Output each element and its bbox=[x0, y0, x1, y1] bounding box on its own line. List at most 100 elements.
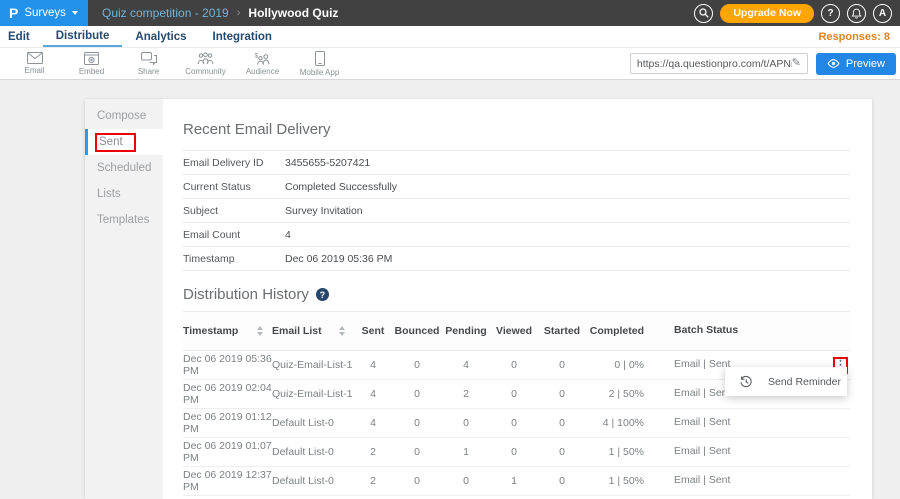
search-button[interactable] bbox=[694, 4, 713, 23]
account-avatar[interactable]: A bbox=[873, 4, 892, 23]
detail-label: Subject bbox=[183, 205, 285, 217]
detail-value: Survey Invitation bbox=[285, 205, 363, 217]
mobile-app-icon bbox=[315, 51, 325, 66]
cell-viewed: 0 bbox=[490, 446, 538, 458]
channel-audience-label: Audience bbox=[246, 67, 279, 76]
cell-completed: 4 | 100% bbox=[586, 417, 652, 429]
surveys-product-menu[interactable]: P Surveys bbox=[0, 0, 88, 26]
cell-batch-status: Email | Sent bbox=[652, 474, 748, 487]
header-actions: Upgrade Now ? A bbox=[694, 0, 900, 26]
help-question-icon[interactable]: ? bbox=[316, 288, 329, 301]
sort-icon[interactable] bbox=[257, 326, 263, 336]
send-reminder-menu-item[interactable]: Send Reminder bbox=[768, 376, 841, 388]
detail-value: 3455655-5207421 bbox=[285, 157, 370, 169]
help-button[interactable]: ? bbox=[821, 4, 840, 23]
sidebar-item-templates[interactable]: Templates bbox=[85, 207, 163, 233]
tab-edit[interactable]: Edit bbox=[0, 26, 43, 47]
notifications-button[interactable] bbox=[847, 4, 866, 23]
embed-icon bbox=[84, 52, 99, 65]
audience-icon: $ bbox=[254, 52, 271, 65]
cell-bounced: 0 bbox=[392, 475, 442, 487]
upgrade-now-button[interactable]: Upgrade Now bbox=[720, 4, 814, 23]
sort-icon[interactable] bbox=[339, 326, 345, 336]
sidebar-item-label-annotated: Sent bbox=[95, 133, 136, 152]
breadcrumb-folder[interactable]: Quiz competition - 2019 bbox=[102, 6, 229, 20]
cell-email-list: Quiz-Email-List-1 bbox=[272, 388, 354, 400]
cell-batch-status: Email | Sent bbox=[652, 416, 748, 429]
tab-analytics[interactable]: Analytics bbox=[122, 26, 199, 47]
bell-icon bbox=[851, 8, 862, 19]
community-icon bbox=[197, 52, 214, 65]
table-row: Dec 06 2019 01:07 PM Default List-0 2 0 … bbox=[183, 438, 850, 467]
reminder-clock-icon bbox=[739, 375, 753, 388]
detail-value: 4 bbox=[285, 229, 291, 241]
detail-row: Subject Survey Invitation bbox=[183, 199, 850, 223]
search-icon bbox=[699, 8, 709, 18]
detail-label: Current Status bbox=[183, 181, 285, 193]
sidebar-item-label: Compose bbox=[97, 110, 146, 122]
detail-value: Dec 06 2019 05:36 PM bbox=[285, 253, 392, 265]
channel-email[interactable]: Email bbox=[6, 48, 63, 79]
channel-share-label: Share bbox=[138, 67, 159, 76]
channel-email-label: Email bbox=[24, 66, 44, 75]
channel-mobile-app[interactable]: Mobile App bbox=[291, 48, 348, 79]
cell-sent: 4 bbox=[354, 417, 392, 429]
table-row: Dec 06 2019 12:37 PM Default List-0 2 0 … bbox=[183, 467, 850, 496]
cell-viewed: 0 bbox=[490, 388, 538, 400]
table-header-row: Timestamp Email List Sent Bounced Pendin… bbox=[183, 311, 850, 351]
cell-timestamp: Dec 06 2019 01:12 PM bbox=[183, 411, 272, 435]
cell-sent: 2 bbox=[354, 446, 392, 458]
row-context-menu: Send Reminder bbox=[725, 367, 847, 396]
email-icon bbox=[27, 52, 43, 64]
preview-button-label: Preview bbox=[846, 58, 885, 70]
survey-url-input[interactable] bbox=[637, 58, 792, 70]
channel-community[interactable]: Community bbox=[177, 48, 234, 79]
cell-email-list: Default List-0 bbox=[272, 417, 354, 429]
detail-label: Email Count bbox=[183, 229, 285, 241]
email-distribution-panel: Compose Sent Scheduled Lists Templates R… bbox=[85, 99, 872, 499]
svg-text:$: $ bbox=[255, 52, 259, 59]
channel-share[interactable]: Share bbox=[120, 48, 177, 79]
cell-bounced: 0 bbox=[392, 388, 442, 400]
distribute-toolbar: Email Embed Share Community $ Audience M… bbox=[0, 48, 900, 80]
sidebar-item-label: Templates bbox=[97, 214, 149, 226]
column-header-email-list: Email List bbox=[272, 325, 354, 337]
sidebar-item-lists[interactable]: Lists bbox=[85, 181, 163, 207]
detail-label: Email Delivery ID bbox=[183, 157, 285, 169]
tab-distribute[interactable]: Distribute bbox=[43, 26, 123, 47]
column-header-timestamp: Timestamp bbox=[183, 325, 272, 337]
top-header-bar: P Surveys Quiz competition - 2019 › Holl… bbox=[0, 0, 900, 26]
channel-embed[interactable]: Embed bbox=[63, 48, 120, 79]
preview-button[interactable]: Preview bbox=[816, 53, 896, 75]
cell-pending: 2 bbox=[442, 388, 490, 400]
cell-sent: 4 bbox=[354, 388, 392, 400]
survey-nav-tabs: Edit Distribute Analytics Integration Re… bbox=[0, 26, 900, 48]
sidebar-item-compose[interactable]: Compose bbox=[85, 103, 163, 129]
detail-row: Timestamp Dec 06 2019 05:36 PM bbox=[183, 247, 850, 271]
responses-count-link[interactable]: Responses: 8 bbox=[818, 26, 900, 47]
column-header-bounced: Bounced bbox=[392, 325, 442, 337]
sidebar-item-sent[interactable]: Sent bbox=[85, 129, 163, 155]
cell-started: 0 bbox=[538, 388, 586, 400]
column-header-label: Timestamp bbox=[183, 325, 238, 337]
cell-email-list: Default List-0 bbox=[272, 475, 354, 487]
cell-pending: 1 bbox=[442, 446, 490, 458]
recent-delivery-details: Email Delivery ID 3455655-5207421 Curren… bbox=[183, 150, 850, 271]
distribution-history-table: Timestamp Email List Sent Bounced Pendin… bbox=[183, 311, 850, 496]
cell-pending: 0 bbox=[442, 475, 490, 487]
detail-row: Email Count 4 bbox=[183, 223, 850, 247]
tab-integration[interactable]: Integration bbox=[200, 26, 285, 47]
distribution-history-header: Distribution History ? bbox=[183, 286, 850, 303]
edit-url-pencil-icon[interactable]: ✎ bbox=[792, 58, 801, 69]
sidebar-item-scheduled[interactable]: Scheduled bbox=[85, 155, 163, 181]
detail-label: Timestamp bbox=[183, 253, 285, 265]
channel-audience[interactable]: $ Audience bbox=[234, 48, 291, 79]
cell-started: 0 bbox=[538, 359, 586, 371]
column-header-viewed: Viewed bbox=[490, 325, 538, 337]
cell-completed: 0 | 0% bbox=[586, 359, 652, 371]
detail-value: Completed Successfully bbox=[285, 181, 397, 193]
distribution-history-title: Distribution History bbox=[183, 286, 309, 303]
cell-timestamp: Dec 06 2019 01:07 PM bbox=[183, 440, 272, 464]
cell-sent: 4 bbox=[354, 359, 392, 371]
cell-viewed: 0 bbox=[490, 417, 538, 429]
